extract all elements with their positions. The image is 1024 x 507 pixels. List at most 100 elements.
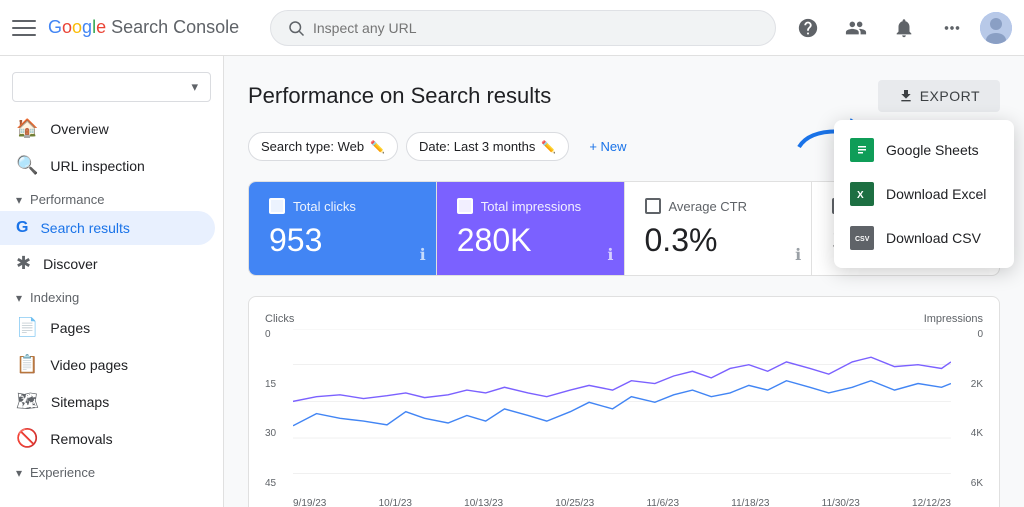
date-filter[interactable]: Date: Last 3 months ✏️ bbox=[406, 132, 569, 161]
section-label: Indexing bbox=[30, 290, 79, 305]
chart-svg bbox=[293, 329, 951, 475]
impressions-line bbox=[293, 357, 951, 401]
export-btn-label: EXPORT bbox=[920, 88, 980, 104]
sidebar-item-label: Sitemaps bbox=[51, 394, 109, 410]
chart-header: Clicks Impressions bbox=[265, 313, 983, 325]
metric-value: 953 bbox=[269, 222, 416, 259]
clicks-line bbox=[293, 381, 951, 426]
chevron-icon: ▾ bbox=[16, 193, 22, 207]
search-type-label: Search type: Web bbox=[261, 139, 364, 154]
sidebar: ▾ 🏠 Overview 🔍 URL inspection ▾ Performa… bbox=[0, 56, 224, 507]
checkbox-checked-icon bbox=[457, 198, 473, 214]
csv-icon: CSV bbox=[850, 226, 874, 250]
video-pages-icon: 📋 bbox=[16, 354, 38, 375]
logo-text: Google Search Console bbox=[48, 17, 239, 38]
pages-icon: 📄 bbox=[16, 317, 38, 338]
app-layout: ▾ 🏠 Overview 🔍 URL inspection ▾ Performa… bbox=[0, 56, 1024, 507]
dropdown-item-label: Download Excel bbox=[886, 186, 986, 202]
sidebar-item-label: Video pages bbox=[50, 357, 128, 373]
metric-value: 280K bbox=[457, 222, 604, 259]
section-label: Experience bbox=[30, 465, 95, 480]
google-g-icon: G bbox=[16, 219, 28, 237]
export-button[interactable]: EXPORT bbox=[878, 80, 1000, 112]
section-header-experience[interactable]: ▾ Experience bbox=[0, 457, 223, 484]
sidebar-item-sitemaps[interactable]: 🗺 Sitemaps bbox=[0, 383, 215, 420]
search-nav-icon: 🔍 bbox=[16, 155, 38, 176]
checkbox-checked-icon bbox=[269, 198, 285, 214]
x-axis: 9/19/23 10/1/23 10/13/23 10/25/23 11/6/2… bbox=[293, 498, 951, 507]
avatar[interactable] bbox=[980, 12, 1012, 44]
new-filter-button[interactable]: + New bbox=[577, 133, 638, 160]
y-axis-right: 6K4K2K0 bbox=[955, 329, 983, 489]
sidebar-item-label: Removals bbox=[50, 431, 112, 447]
sheets-icon bbox=[850, 138, 874, 162]
chart-right-axis-label: Impressions bbox=[924, 313, 983, 325]
metric-average-ctr[interactable]: Average CTR 0.3% ℹ bbox=[625, 182, 813, 275]
search-input[interactable] bbox=[313, 20, 759, 36]
export-download-excel[interactable]: X Download Excel bbox=[834, 172, 1014, 216]
page-header: Performance on Search results EXPORT bbox=[248, 80, 1000, 112]
property-select[interactable]: ▾ bbox=[12, 72, 211, 102]
sidebar-item-url-inspection[interactable]: 🔍 URL inspection bbox=[0, 147, 215, 184]
search-icon bbox=[287, 19, 305, 37]
svg-text:CSV: CSV bbox=[855, 236, 870, 243]
edit-icon: ✏️ bbox=[541, 140, 556, 154]
edit-icon: ✏️ bbox=[370, 140, 385, 154]
search-bar[interactable] bbox=[270, 10, 776, 46]
metric-label: Total impressions bbox=[457, 198, 604, 214]
notifications-button[interactable] bbox=[884, 8, 924, 48]
sitemaps-icon: 🗺 bbox=[16, 391, 39, 412]
metric-label: Total clicks bbox=[269, 198, 416, 214]
sidebar-item-label: Overview bbox=[50, 121, 108, 137]
excel-icon: X bbox=[850, 182, 874, 206]
sidebar-item-label: Discover bbox=[43, 256, 97, 272]
sidebar-item-overview[interactable]: 🏠 Overview bbox=[0, 110, 215, 147]
section-header-performance[interactable]: ▾ Performance bbox=[0, 184, 223, 211]
svg-text:X: X bbox=[857, 190, 864, 201]
topbar: Google Search Console bbox=[0, 0, 1024, 56]
date-label: Date: Last 3 months bbox=[419, 139, 535, 154]
y-axis-left: 4530150 bbox=[265, 329, 289, 489]
metric-total-clicks[interactable]: Total clicks 953 ℹ bbox=[249, 182, 437, 275]
property-dropdown-icon: ▾ bbox=[191, 79, 198, 95]
chart-container: Clicks Impressions 4530150 6K4K2K0 bbox=[248, 296, 1000, 507]
share-button[interactable] bbox=[836, 8, 876, 48]
page-title: Performance on Search results bbox=[248, 83, 551, 109]
sidebar-item-label: Pages bbox=[50, 320, 90, 336]
chevron-icon: ▾ bbox=[16, 466, 22, 480]
topbar-actions bbox=[788, 8, 1012, 48]
info-icon: ℹ bbox=[607, 245, 613, 265]
chart-wrap: 4530150 6K4K2K0 bbox=[265, 329, 983, 507]
search-type-filter[interactable]: Search type: Web ✏️ bbox=[248, 132, 398, 161]
removals-icon: 🚫 bbox=[16, 428, 38, 449]
metric-label: Average CTR bbox=[645, 198, 792, 214]
sidebar-item-removals[interactable]: 🚫 Removals bbox=[0, 420, 215, 457]
sidebar-item-discover[interactable]: ✱ Discover bbox=[0, 245, 215, 282]
checkbox-unchecked-icon bbox=[645, 198, 661, 214]
metric-total-impressions[interactable]: Total impressions 280K ℹ bbox=[437, 182, 625, 275]
sidebar-item-label: URL inspection bbox=[50, 158, 144, 174]
info-icon: ℹ bbox=[420, 245, 426, 265]
apps-button[interactable] bbox=[932, 8, 972, 48]
chart-left-axis-label: Clicks bbox=[265, 313, 294, 325]
sidebar-item-search-results[interactable]: G Search results bbox=[0, 211, 215, 245]
export-icon bbox=[898, 88, 914, 104]
main-content: Google Sheets X Download Excel CSV Downl… bbox=[224, 56, 1024, 507]
dropdown-item-label: Download CSV bbox=[886, 230, 981, 246]
section-header-indexing[interactable]: ▾ Indexing bbox=[0, 282, 223, 309]
metric-value: 0.3% bbox=[645, 222, 792, 259]
hamburger-button[interactable] bbox=[12, 16, 36, 40]
sidebar-item-label: Search results bbox=[40, 220, 129, 236]
avatar-image bbox=[980, 12, 1012, 44]
help-button[interactable] bbox=[788, 8, 828, 48]
section-label: Performance bbox=[30, 192, 104, 207]
dropdown-item-label: Google Sheets bbox=[886, 142, 979, 158]
export-dropdown: Google Sheets X Download Excel CSV Downl… bbox=[834, 120, 1014, 268]
sidebar-item-video-pages[interactable]: 📋 Video pages bbox=[0, 346, 215, 383]
new-btn-label: + New bbox=[589, 139, 626, 154]
sidebar-item-pages[interactable]: 📄 Pages bbox=[0, 309, 215, 346]
export-download-csv[interactable]: CSV Download CSV bbox=[834, 216, 1014, 260]
chevron-icon: ▾ bbox=[16, 291, 22, 305]
export-google-sheets[interactable]: Google Sheets bbox=[834, 128, 1014, 172]
app-logo: Google Search Console bbox=[48, 17, 258, 38]
